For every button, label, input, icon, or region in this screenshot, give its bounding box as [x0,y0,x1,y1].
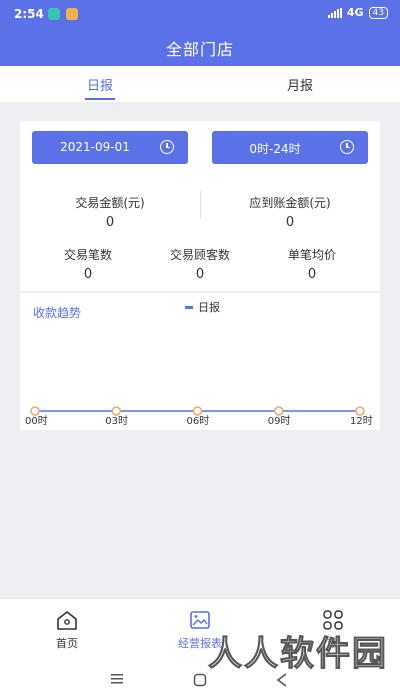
stat-label: 应到账金额(元) [249,196,331,210]
legend-swatch [185,305,193,309]
x-tick-label: 06时 [187,415,210,427]
stat-customer-count: 交易顾客数 0 [140,246,260,282]
date-picker-button[interactable]: 2021-09-01 [32,131,188,164]
x-tick-label: 09时 [268,415,291,427]
message-notification-icon [66,8,78,20]
x-tick-label: 12时 [350,415,373,427]
stat-avg-price: 单笔均价 0 [252,246,372,282]
x-tick-label: 00时 [25,415,48,427]
app-header: 2:54 4G 43 全部门店 [0,0,400,66]
data-point[interactable] [30,406,40,416]
chart-legend: 日报 [185,299,220,315]
stat-transaction-amount: 交易金额(元) 0 [20,194,200,230]
stat-label: 交易顾客数 [169,248,230,262]
stat-label: 交易笔数 [63,248,112,262]
tab-daily[interactable]: 日报 [60,75,140,94]
report-tabs: 日报 月报 [0,66,400,102]
clock-icon [340,140,354,154]
legend-label: 日报 [198,301,220,314]
data-point[interactable] [355,406,365,416]
time-range-button[interactable]: 0时-24时 [212,131,368,164]
stat-value: 0 [105,215,115,230]
tab-monthly[interactable]: 月报 [260,75,340,94]
home-icon [57,611,77,630]
stat-value: 0 [195,267,205,282]
stat-value: 0 [83,267,93,282]
stat-value: 0 [285,215,295,230]
status-time: 2:54 [14,7,44,21]
watermark: 人人软件园 [208,634,388,675]
stat-label: 交易金额(元) [75,196,145,210]
network-type: 4G [346,6,364,19]
tab-indicator [85,98,115,100]
stat-value: 0 [307,267,317,282]
app-notification-icon [48,8,60,20]
date-value: 2021-09-01 [60,140,130,154]
stat-label: 单笔均价 [287,248,336,262]
status-indicators: 4G 43 [327,6,388,19]
trend-chart-card: 00时 03时 06时 09时 12时 收款趋势 日报 [20,293,380,430]
clock-icon [160,140,174,154]
page-title: 全部门店 [165,40,234,59]
menu-icon[interactable] [110,673,124,685]
signal-icon [327,7,342,18]
nav-home[interactable]: 首页 [27,609,107,651]
summary-card: 2021-09-01 0时-24时 交易金额(元) 0 应到账金额(元) 0 交… [20,121,380,291]
stat-transaction-count: 交易笔数 0 [28,246,148,282]
x-tick-label: 03时 [105,415,128,427]
back-icon[interactable] [276,673,288,687]
battery-icon: 43 [368,6,388,19]
nav-home-label: 首页 [56,637,78,650]
data-point[interactable] [274,406,284,416]
data-point[interactable] [111,406,121,416]
data-point[interactable] [192,406,203,416]
chart-title: 收款趋势 [33,306,82,320]
stat-settled-amount: 应到账金额(元) 0 [200,194,380,230]
time-range-value: 0时-24时 [249,142,301,156]
home-button-icon[interactable] [193,673,207,687]
